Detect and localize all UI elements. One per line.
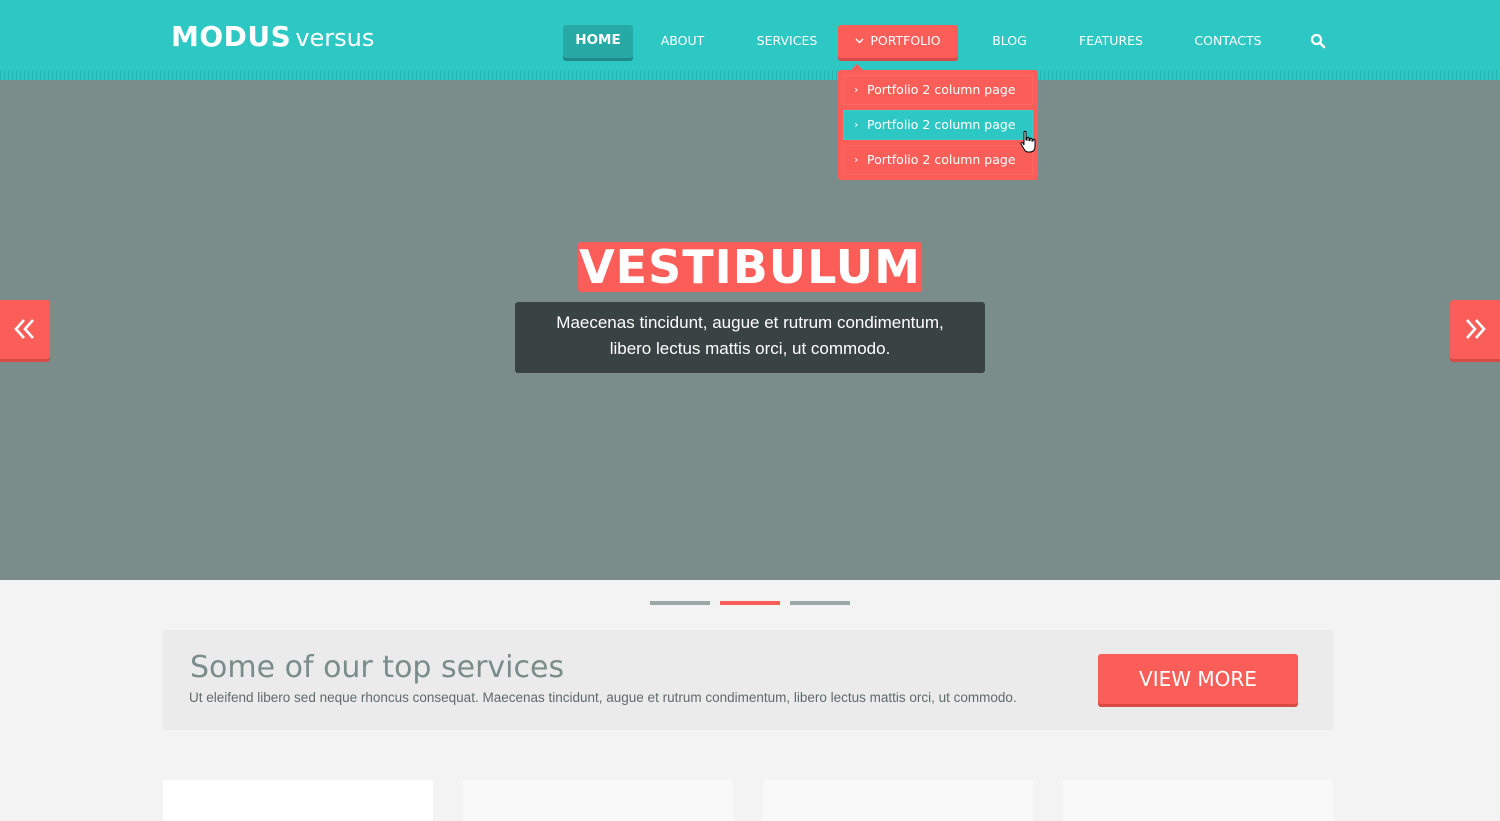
view-more-button[interactable]: VIEW MORE bbox=[1098, 654, 1298, 704]
dropdown-item-label: Portfolio 2 column page bbox=[867, 117, 1016, 132]
dropdown-item-portfolio-2-column[interactable]: › Portfolio 2 column page bbox=[843, 145, 1033, 175]
slider-dot[interactable] bbox=[650, 601, 710, 605]
nav-item-home[interactable]: HOME bbox=[563, 25, 633, 58]
site-header: MODUS versus HOME ABOUT SERVICES PORTFOLI… bbox=[0, 0, 1500, 80]
chevron-down-icon bbox=[855, 26, 864, 57]
nav-item-features[interactable]: FEATURES bbox=[1069, 25, 1153, 58]
nav-item-label: FEATURES bbox=[1079, 33, 1143, 48]
dropdown-item-portfolio-2-column[interactable]: › Portfolio 2 column page bbox=[843, 75, 1033, 105]
dropdown-item-portfolio-2-column[interactable]: › Portfolio 2 column page bbox=[843, 110, 1033, 140]
slider-dot-active[interactable] bbox=[720, 601, 780, 605]
dropdown-item-label: Portfolio 2 column page bbox=[867, 82, 1016, 97]
logo-strong-text: MODUS bbox=[171, 20, 292, 53]
nav-item-contacts[interactable]: CONTACTS bbox=[1183, 25, 1273, 58]
double-chevron-left-icon bbox=[14, 319, 34, 339]
slider-prev-button[interactable] bbox=[0, 300, 50, 359]
chevron-right-icon: › bbox=[854, 83, 859, 96]
nav-item-label: PORTFOLIO bbox=[870, 33, 941, 48]
slider-dot[interactable] bbox=[790, 601, 850, 605]
services-description: Ut eleifend libero sed neque rhoncus con… bbox=[189, 690, 1017, 705]
search-icon[interactable] bbox=[1310, 33, 1326, 49]
services-title: Some of our top services bbox=[190, 650, 565, 685]
nav-item-label: ABOUT bbox=[660, 33, 705, 48]
logo-light-text: versus bbox=[295, 24, 375, 52]
hand-cursor-icon bbox=[1019, 130, 1037, 154]
hero-caption-line: libero lectus mattis orci, ut commodo. bbox=[609, 339, 891, 358]
nav-item-label: BLOG bbox=[992, 33, 1027, 48]
service-card bbox=[763, 780, 1033, 821]
hero-caption: Maecenas tincidunt, augue et rutrum cond… bbox=[515, 302, 985, 373]
nav-item-label: HOME bbox=[575, 32, 621, 48]
services-callout: Some of our top services Ut eleifend lib… bbox=[163, 630, 1333, 730]
nav-item-label: CONTACTS bbox=[1194, 33, 1262, 48]
nav-item-about[interactable]: ABOUT bbox=[649, 25, 716, 58]
site-logo[interactable]: MODUS versus bbox=[171, 20, 374, 53]
dropdown-item-label: Portfolio 2 column page bbox=[867, 152, 1016, 167]
nav-item-label: SERVICES bbox=[756, 33, 818, 48]
header-ruler-decoration bbox=[0, 70, 1500, 80]
double-chevron-right-icon bbox=[1466, 319, 1486, 339]
nav-item-services[interactable]: SERVICES bbox=[747, 25, 827, 58]
chevron-right-icon: › bbox=[854, 153, 859, 166]
nav-item-blog[interactable]: BLOG bbox=[983, 25, 1036, 58]
nav-item-portfolio[interactable]: PORTFOLIO bbox=[838, 25, 958, 58]
chevron-right-icon: › bbox=[854, 118, 859, 131]
service-card bbox=[463, 780, 733, 821]
portfolio-dropdown: › Portfolio 2 column page › Portfolio 2 … bbox=[838, 64, 1038, 180]
slider-next-button[interactable] bbox=[1450, 300, 1500, 359]
hero-caption-line: Maecenas tincidunt, augue et rutrum cond… bbox=[556, 313, 944, 332]
service-card bbox=[163, 780, 433, 821]
dropdown-caret bbox=[851, 64, 863, 70]
service-card bbox=[1063, 780, 1333, 821]
hero-title: VESTIBULUM bbox=[578, 240, 922, 294]
